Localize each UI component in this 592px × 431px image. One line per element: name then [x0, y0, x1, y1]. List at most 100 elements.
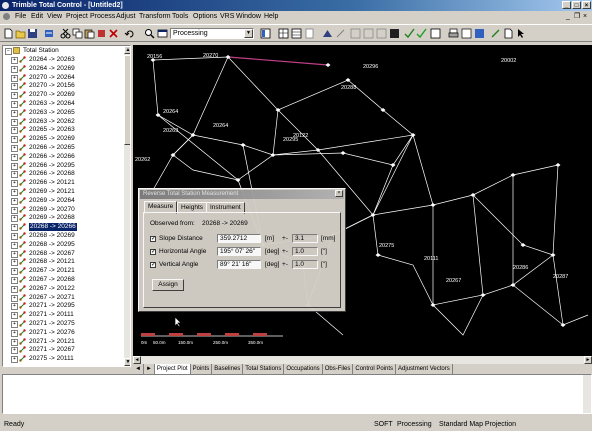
expand-icon[interactable]: + — [11, 356, 18, 364]
station-marker[interactable] — [375, 253, 381, 257]
expand-icon[interactable]: + — [11, 180, 18, 188]
output-pane[interactable] — [2, 374, 592, 414]
menu-options[interactable]: Options — [193, 11, 217, 23]
link-icon[interactable] — [335, 28, 346, 39]
table-view-icon[interactable] — [291, 28, 302, 39]
mode-select[interactable]: Processing ▼ — [170, 28, 254, 39]
expand-icon[interactable]: + — [11, 57, 18, 64]
scroll-down-icon[interactable]: ▼ — [124, 358, 130, 366]
expand-icon[interactable]: + — [11, 285, 18, 293]
menu-process[interactable]: Process — [90, 11, 115, 23]
scroll-thumb[interactable] — [124, 55, 130, 145]
expand-icon[interactable]: + — [11, 277, 18, 284]
delete-icon[interactable] — [108, 28, 119, 39]
menu-edit[interactable]: Edit — [31, 11, 43, 23]
new-file-icon[interactable] — [3, 28, 14, 39]
station-marker[interactable] — [480, 293, 486, 297]
expand-icon[interactable]: + — [11, 109, 18, 117]
expand-icon[interactable]: + — [11, 206, 18, 214]
horizontal-angle-input[interactable]: 195° 07' 26" — [217, 247, 261, 256]
points-icon[interactable] — [363, 28, 374, 39]
mdi-restore-button[interactable]: ❐ — [574, 11, 580, 23]
dialog-title[interactable]: Reverse Total Station Measurement — [140, 190, 344, 199]
chevron-down-icon[interactable]: ▼ — [244, 29, 253, 38]
expand-icon[interactable]: + — [11, 153, 18, 161]
expand-icon[interactable]: + — [11, 312, 18, 320]
menu-file[interactable]: File — [15, 11, 26, 23]
check-icon[interactable] — [416, 28, 427, 39]
expand-icon[interactable]: + — [11, 303, 18, 311]
expand-icon[interactable]: + — [11, 101, 18, 108]
mdi-close-button[interactable]: × — [583, 11, 587, 23]
undo-icon[interactable] — [124, 28, 135, 39]
tab-occupations[interactable]: Occupations — [284, 364, 323, 374]
expand-icon[interactable]: + — [11, 74, 18, 82]
menu-project[interactable]: Project — [66, 11, 88, 23]
scroll-right-icon[interactable]: ► — [584, 356, 592, 364]
tab-control-points[interactable]: Control Points — [353, 364, 397, 374]
expand-icon[interactable]: + — [11, 189, 18, 196]
minimize-button[interactable]: _ — [562, 1, 571, 9]
tab-obs-files[interactable]: Obs-Files — [323, 364, 354, 374]
help-arrow-icon[interactable] — [516, 28, 527, 39]
station-marker[interactable] — [240, 143, 246, 147]
vertical-angle-checkbox[interactable]: ✓ — [150, 262, 156, 268]
tab-adjustment-vectors[interactable]: Adjustment Vectors — [396, 364, 453, 374]
baseline-icon[interactable] — [376, 28, 387, 39]
copy-icon[interactable] — [72, 28, 83, 39]
station-marker[interactable] — [510, 173, 516, 177]
expand-icon[interactable]: + — [11, 162, 18, 170]
triangle-up-icon[interactable] — [322, 28, 333, 39]
expand-icon[interactable]: + — [11, 329, 18, 337]
expand-icon[interactable]: + — [11, 118, 18, 126]
process-icon[interactable] — [96, 28, 107, 39]
station-marker[interactable] — [325, 63, 331, 67]
expand-icon[interactable]: + — [11, 127, 18, 135]
expand-icon[interactable]: + — [11, 136, 18, 144]
report-view-icon[interactable] — [304, 28, 315, 39]
horizontal-angle-checkbox[interactable]: ✓ — [150, 249, 156, 255]
dialog-close-button[interactable]: × — [335, 190, 343, 197]
expand-icon[interactable]: + — [11, 321, 18, 328]
wizard-icon[interactable] — [490, 28, 501, 39]
network-icon[interactable] — [350, 28, 361, 39]
menu-transform[interactable]: Transform — [139, 11, 171, 23]
menu-view[interactable]: View — [47, 11, 62, 23]
expand-icon[interactable]: + — [11, 259, 18, 267]
adjustment-icon[interactable] — [389, 28, 400, 39]
menu-window[interactable]: Window — [236, 11, 261, 23]
menu-help[interactable]: Help — [264, 11, 278, 23]
document-icon[interactable] — [503, 28, 514, 39]
scroll-up-icon[interactable]: ▲ — [124, 46, 130, 54]
check-red-icon[interactable] — [404, 28, 415, 39]
slope-distance-input[interactable]: 359.2712 — [217, 234, 261, 243]
expand-icon[interactable]: + — [11, 145, 18, 152]
expand-icon[interactable]: + — [11, 171, 18, 179]
grid-view-icon[interactable] — [278, 28, 289, 39]
open-folder-icon[interactable] — [15, 28, 26, 39]
project-tree[interactable]: − Total Station +20264 -> 20263 +20264 ->… — [2, 45, 131, 367]
print-preview-icon[interactable] — [461, 28, 472, 39]
expand-icon[interactable]: + — [11, 197, 18, 205]
expand-icon[interactable]: + — [11, 83, 18, 91]
expand-icon[interactable]: + — [11, 294, 18, 302]
expand-icon[interactable]: + — [11, 215, 18, 223]
maximize-button[interactable]: □ — [572, 1, 581, 9]
window-icon[interactable] — [157, 28, 168, 39]
expand-icon[interactable]: + — [11, 347, 18, 355]
save-icon[interactable] — [27, 28, 38, 39]
station-marker[interactable] — [370, 213, 376, 217]
collapse-icon[interactable]: − — [5, 48, 12, 55]
tab-project-plot[interactable]: Project Plot — [154, 364, 191, 374]
vertical-angle-input[interactable]: 89° 21' 16" — [217, 260, 261, 269]
expand-icon[interactable]: + — [11, 241, 18, 249]
slope-distance-checkbox[interactable]: ✓ — [150, 236, 156, 242]
project-window-icon[interactable] — [260, 28, 271, 39]
scroll-left-icon[interactable]: ◄ — [133, 356, 141, 364]
station-marker[interactable] — [340, 151, 346, 155]
station-marker[interactable] — [390, 163, 396, 167]
horizontal-angle-sigma[interactable]: 1.0 — [292, 247, 318, 256]
mdi-minimize-button[interactable]: _ — [566, 11, 570, 23]
tab-points[interactable]: Points — [191, 364, 213, 374]
import-icon[interactable] — [44, 28, 55, 39]
